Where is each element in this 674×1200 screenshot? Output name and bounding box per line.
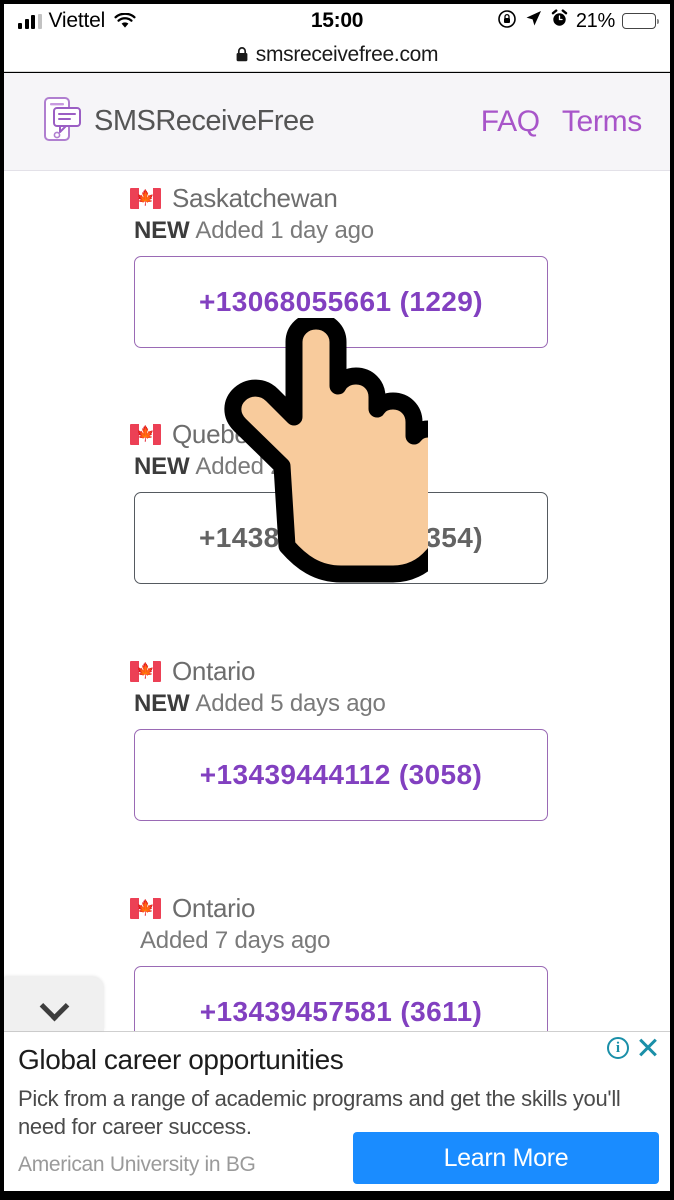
url-text: smsreceivefree.com — [255, 42, 439, 66]
canada-flag-icon: 🍁 — [130, 423, 161, 445]
ios-status-bar: Viettel 15:00 21% — [4, 4, 670, 38]
ad-banner[interactable]: i Global career opportunities Pick from … — [4, 1031, 670, 1191]
brand-logo[interactable]: SMSReceiveFree — [42, 95, 315, 148]
entry-meta: NEW Added 5 days ago — [4, 684, 548, 720]
number-list: 🍁 Saskatchewan NEW Added 1 day ago +13068… — [4, 171, 670, 1031]
entry-added-label: Added 1 day ago — [195, 217, 374, 244]
ad-advertiser: American University in BG — [18, 1153, 256, 1176]
lock-icon — [236, 47, 248, 62]
site-nav: FAQ Terms — [481, 105, 643, 139]
phone-number-button[interactable]: +14382002354 (2354) — [134, 492, 548, 584]
entry-location-label: Ontario — [172, 655, 256, 686]
entry-location-label: Saskatchewan — [172, 182, 338, 213]
entry-meta: Added 7 days ago — [4, 921, 548, 957]
ad-controls: i — [607, 1036, 660, 1060]
ad-cta-button[interactable]: Learn More — [353, 1132, 659, 1184]
status-bar-right: 21% — [497, 9, 659, 34]
expand-collapse-tab[interactable] — [4, 977, 104, 1031]
battery-percent-label: 21% — [575, 9, 615, 32]
entry-added-label: Added 7 days ago — [140, 927, 331, 954]
new-badge: NEW — [134, 217, 190, 244]
entry-location-label: Quebec — [172, 418, 262, 449]
ad-info-icon[interactable]: i — [607, 1037, 629, 1059]
list-item: 🍁 Saskatchewan NEW Added 1 day ago +13068… — [4, 171, 548, 348]
canada-flag-icon: 🍁 — [130, 897, 161, 919]
ad-close-icon[interactable] — [636, 1036, 660, 1060]
entry-location-row: 🍁 Saskatchewan — [4, 171, 548, 213]
phone-number-button[interactable]: +13068055661 (1229) — [134, 256, 548, 348]
canada-flag-icon: 🍁 — [130, 187, 161, 209]
browser-url-bar[interactable]: smsreceivefree.com — [4, 38, 670, 72]
brand-name: SMSReceiveFree — [94, 105, 315, 137]
rotation-lock-icon — [497, 9, 517, 34]
nav-link-terms[interactable]: Terms — [562, 105, 642, 139]
entry-meta: NEW Added 2 days ago — [4, 447, 548, 483]
phone-number-button[interactable]: +13439457581 (3611) — [134, 966, 548, 1031]
entry-location-row: 🍁 Ontario — [4, 881, 548, 923]
phone-number-label: +13439457581 (3611) — [199, 996, 483, 1027]
list-item: 🍁 Quebec NEW Added 2 days ago +1438200235… — [4, 407, 548, 584]
nav-link-faq[interactable]: FAQ — [481, 105, 540, 139]
entry-meta: NEW Added 1 day ago — [4, 211, 548, 247]
alarm-clock-icon — [550, 9, 569, 33]
sms-phone-logo-icon — [42, 95, 82, 148]
entry-location-row: 🍁 Ontario — [4, 644, 548, 686]
entry-added-label: Added 5 days ago — [195, 690, 386, 717]
phone-number-button[interactable]: +13439444112 (3058) — [134, 729, 548, 821]
phone-number-label: +13439444112 (3058) — [199, 759, 483, 790]
phone-number-label: +13068055661 (1229) — [199, 286, 483, 317]
new-badge: NEW — [134, 453, 190, 480]
entry-added-label: Added 2 days ago — [195, 453, 386, 480]
location-arrow-icon — [524, 9, 543, 33]
phone-number-label: +14382002354 (2354) — [199, 522, 483, 553]
chevron-down-icon — [41, 991, 67, 1017]
battery-icon — [622, 13, 659, 29]
new-badge: NEW — [134, 690, 190, 717]
canada-flag-icon: 🍁 — [130, 660, 161, 682]
phone-screen: Viettel 15:00 21% smsreceivefree.com SMS… — [0, 0, 674, 1200]
site-header: SMSReceiveFree FAQ Terms — [4, 73, 670, 171]
list-item: 🍁 Ontario NEW Added 5 days ago +134394441… — [4, 644, 548, 821]
entry-location-row: 🍁 Quebec — [4, 407, 548, 449]
entry-location-label: Ontario — [172, 892, 256, 923]
ad-title: Global career opportunities — [18, 1044, 344, 1075]
